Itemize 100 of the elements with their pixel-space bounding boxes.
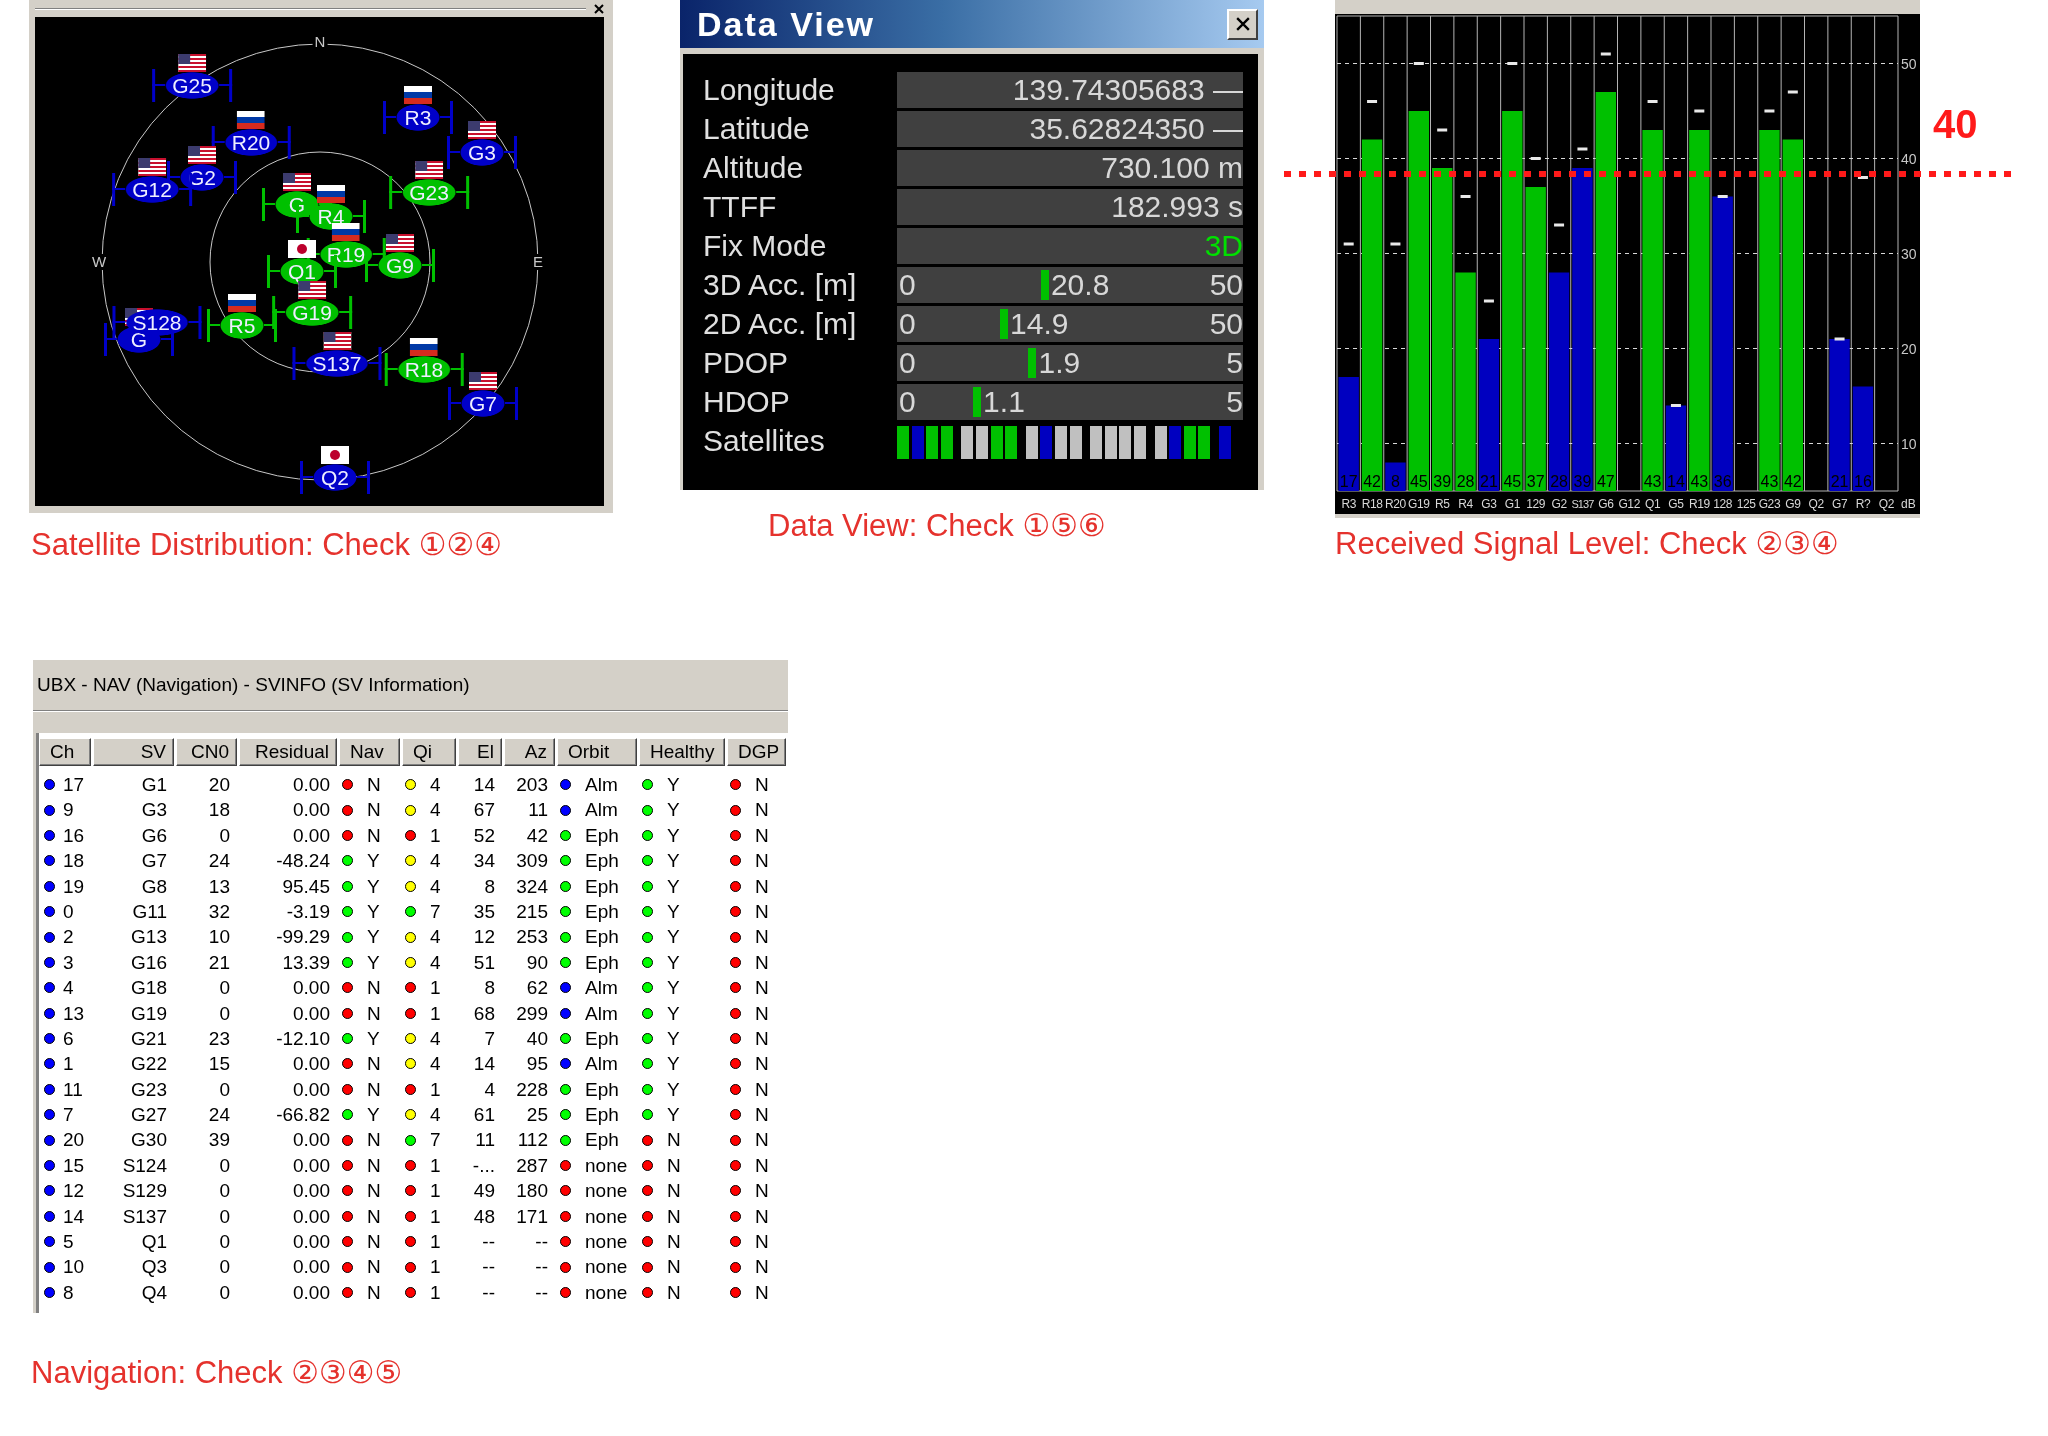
- table-cell-text: 1: [430, 1153, 441, 1178]
- flag-icon: [288, 239, 316, 258]
- gauge-max-label: 5: [1226, 384, 1243, 420]
- column-header[interactable]: Residual: [239, 738, 337, 766]
- table-cell-text: N: [667, 1204, 681, 1229]
- satellite-marker: S137: [292, 346, 382, 380]
- column-header[interactable]: CN0: [176, 738, 237, 766]
- table-cell-text: Eph: [585, 1128, 619, 1153]
- column-header[interactable]: Orbit: [557, 738, 637, 766]
- table-cell-text: -...: [471, 1153, 496, 1178]
- bar-value-label: 47: [1596, 473, 1615, 490]
- table-cell-text: 95.45: [281, 874, 331, 899]
- category-label: 129: [1526, 497, 1546, 511]
- table-cell-text: 5: [63, 1230, 74, 1255]
- table-cell-text: --: [534, 1280, 549, 1305]
- table-cell-text: 1: [430, 1255, 441, 1280]
- table-cell-text: N: [755, 950, 769, 975]
- axis-tick-label: 50: [1901, 55, 1917, 72]
- category-label: R19: [1688, 497, 1710, 511]
- table-cell-text: Y: [667, 798, 680, 823]
- table-cell-text: N: [367, 976, 381, 1001]
- table-cell-text: Y: [367, 849, 380, 874]
- field-label: TTFF: [703, 189, 777, 225]
- bar-value-label: 36: [1713, 473, 1732, 490]
- table-cell-text: 287: [515, 1153, 549, 1178]
- table-cell-text: 0.00: [292, 1128, 331, 1153]
- table-cell-text: 8: [63, 1280, 74, 1305]
- bar-value-label: 39: [1433, 473, 1452, 490]
- column-header[interactable]: Ch: [39, 738, 91, 766]
- table-cell-text: G16: [130, 950, 168, 975]
- gauge-max-label: 50: [1209, 306, 1243, 342]
- table-cell-text: N: [367, 773, 381, 797]
- gauge-min-label: 0: [898, 267, 916, 303]
- figure-caption: Satellite Distribution: Check ①②④: [31, 526, 503, 564]
- peak-mark: [1367, 100, 1378, 103]
- table-cell-text: 1: [430, 1204, 441, 1229]
- column-header[interactable]: SV: [93, 738, 174, 766]
- satellite-marker: R20: [211, 125, 291, 159]
- column-header[interactable]: El: [458, 738, 502, 766]
- flag-icon: [404, 85, 432, 104]
- table-cell-text: Eph: [585, 823, 619, 848]
- table-cell-text: 112: [516, 1128, 549, 1153]
- table-cell-text: G1: [140, 773, 168, 797]
- column-header[interactable]: DGP: [727, 738, 786, 766]
- table-cell-text: 12: [472, 925, 496, 950]
- table-cell-text: 20: [207, 773, 231, 797]
- table-cell-text: 35: [472, 899, 496, 924]
- table-cell-text: 62: [525, 976, 549, 1001]
- flag-icon: [332, 222, 360, 241]
- table-cell-text: N: [367, 798, 381, 823]
- gauge-min-label: 0: [898, 306, 916, 342]
- peak-mark: [1764, 109, 1775, 113]
- peak-mark: [1554, 223, 1565, 227]
- table-cell-text: 9: [63, 798, 74, 823]
- table-cell-text: none: [585, 1280, 628, 1305]
- table-cell-text: N: [755, 823, 769, 848]
- table-cell-text: 7: [483, 1026, 496, 1051]
- table-cell-text: N: [367, 1128, 381, 1153]
- flag-icon: [237, 110, 265, 129]
- table-cell-text: 4: [63, 976, 74, 1001]
- column-header[interactable]: Qi: [402, 738, 456, 766]
- category-label: Q1: [1644, 497, 1661, 511]
- table-cell-text: 4: [430, 849, 441, 874]
- table-cell-text: N: [755, 874, 769, 899]
- table-cell-text: 0.00: [292, 1001, 331, 1026]
- table-cell-text: 11: [527, 798, 549, 823]
- gauge-min-label: 0: [898, 345, 916, 381]
- peak-mark: [1600, 52, 1611, 56]
- bar-value-label: 43: [1643, 473, 1662, 490]
- category-label: G9: [1785, 497, 1801, 511]
- table-cell-text: N: [755, 1077, 769, 1102]
- table-cell-text: 25: [525, 1103, 549, 1128]
- field-value: 730.100 m: [1101, 150, 1243, 186]
- column-header[interactable]: Healthy: [639, 738, 725, 766]
- flag-icon: [386, 233, 414, 252]
- figure-caption: Received Signal Level: Check ②③④: [1335, 525, 1839, 563]
- bar-value-label: 42: [1783, 473, 1802, 490]
- table-cell-text: N: [367, 1255, 381, 1280]
- peak-mark: [1390, 242, 1401, 246]
- table-cell-text: N: [755, 1001, 769, 1026]
- table-cell-text: N: [755, 1153, 769, 1178]
- column-header[interactable]: Az: [504, 738, 555, 766]
- table-cell-text: G19: [130, 1001, 168, 1026]
- table-cell-text: N: [755, 1255, 769, 1280]
- close-button[interactable]: [1227, 8, 1258, 40]
- column-header[interactable]: Nav: [339, 738, 400, 766]
- table-cell-text: 180: [515, 1179, 549, 1204]
- table-cell-text: G3: [140, 798, 168, 823]
- table-cell-text: 1: [430, 1230, 441, 1255]
- table-cell-text: 4: [430, 1103, 441, 1128]
- axis-tick-label: 30: [1901, 245, 1917, 262]
- field-value: 139.74305683 —: [1012, 72, 1243, 108]
- flag-icon: [138, 157, 166, 176]
- flag-icon: [178, 53, 206, 72]
- close-icon[interactable]: [594, 3, 604, 14]
- table-cell-text: G7: [140, 849, 168, 874]
- category-label: R4: [1458, 497, 1473, 511]
- satellite-marker: G23: [389, 175, 469, 209]
- table-cell-text: Y: [367, 899, 380, 924]
- axis-tick-label: 40: [1901, 150, 1917, 167]
